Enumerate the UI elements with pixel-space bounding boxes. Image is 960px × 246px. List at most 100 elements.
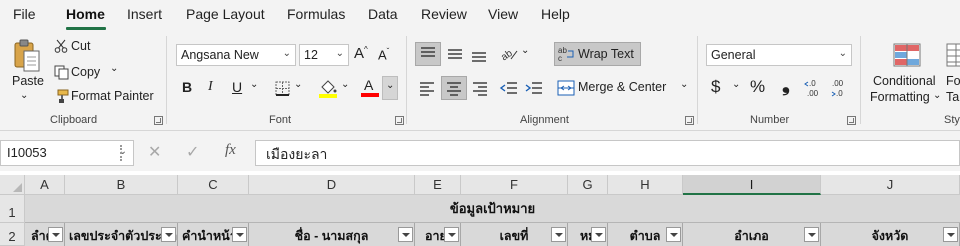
percent-button[interactable]: % — [750, 77, 765, 97]
borders-icon[interactable] — [274, 80, 290, 96]
cancel-icon[interactable]: ✕ — [148, 142, 161, 162]
top-align-button[interactable] — [415, 42, 441, 66]
underline-button[interactable]: U — [232, 79, 242, 95]
header-cell-j[interactable]: จังหวัด — [821, 223, 960, 246]
column-header-f[interactable]: F — [461, 175, 568, 195]
number-format-select[interactable]: General ⌄ — [706, 44, 852, 66]
font-color-dropdown-button[interactable]: ⌄ — [382, 76, 398, 100]
borders-dropdown-icon[interactable]: ⌄ — [294, 79, 302, 90]
filter-dropdown-icon[interactable] — [591, 227, 606, 242]
insert-function-icon[interactable]: fx — [225, 142, 236, 159]
conditional-formatting-label-2[interactable]: Formatting — [870, 90, 930, 104]
paste-icon[interactable] — [10, 38, 44, 76]
font-name-select[interactable]: Angsana New ⌄ — [176, 44, 296, 66]
italic-button[interactable]: I — [208, 79, 213, 95]
number-launcher-icon[interactable] — [847, 116, 856, 125]
align-center-button[interactable] — [441, 76, 467, 100]
name-box[interactable]: I10053 ⌄ — [0, 140, 134, 166]
column-header-j[interactable]: J — [821, 175, 960, 195]
copy-icon[interactable] — [53, 64, 69, 80]
cut-label[interactable]: Cut — [71, 39, 90, 53]
align-bottom-icon[interactable] — [468, 44, 490, 64]
column-header-d[interactable]: D — [249, 175, 415, 195]
filter-dropdown-icon[interactable] — [398, 227, 413, 242]
currency-button[interactable]: $ — [711, 77, 720, 97]
paste-dropdown-icon[interactable]: ⌄ — [20, 90, 28, 101]
column-header-h[interactable]: H — [608, 175, 683, 195]
format-painter-label[interactable]: Format Painter — [71, 89, 154, 103]
filter-dropdown-icon[interactable] — [666, 227, 681, 242]
merged-title-cell[interactable]: ข้อมูลเป้าหมาย — [25, 195, 960, 223]
font-size-select[interactable]: 12 ⌄ — [299, 44, 349, 66]
filter-dropdown-icon[interactable] — [804, 227, 819, 242]
format-as-table-label-1[interactable]: Fo — [946, 74, 960, 88]
column-header-b[interactable]: B — [65, 175, 178, 195]
header-cell-d[interactable]: ชื่อ - นามสกุล — [249, 223, 415, 246]
filter-dropdown-icon[interactable] — [551, 227, 566, 242]
merge-dropdown-icon[interactable]: ⌄ — [680, 79, 688, 90]
increase-indent-icon[interactable] — [523, 78, 545, 98]
decrease-font-size-icon[interactable]: Aˇ — [378, 47, 389, 62]
tab-review[interactable]: Review — [421, 6, 467, 22]
merge-center-icon[interactable] — [556, 78, 576, 98]
wrap-text-button[interactable]: ab c Wrap Text — [554, 42, 641, 66]
enter-icon[interactable]: ✓ — [186, 142, 199, 162]
scissors-icon[interactable] — [53, 38, 69, 54]
increase-decimal-icon[interactable]: .0.00 — [804, 77, 826, 99]
header-cell-i[interactable]: อำเภอ — [683, 223, 821, 246]
filter-dropdown-icon[interactable] — [444, 227, 459, 242]
styles-group: Conditional Formatting ⌄ Fo Ta Sty — [862, 32, 960, 131]
format-as-table-icon[interactable] — [946, 42, 960, 68]
align-left-icon[interactable] — [416, 78, 438, 98]
formula-input[interactable]: เมืองยะลา — [255, 140, 960, 166]
decrease-decimal-icon[interactable]: .00.0 — [830, 77, 852, 99]
align-right-icon[interactable] — [469, 78, 491, 98]
filter-dropdown-icon[interactable] — [232, 227, 247, 242]
merge-center-label[interactable]: Merge & Center — [578, 80, 666, 94]
conditional-formatting-icon[interactable] — [892, 42, 922, 68]
copy-dropdown-icon[interactable]: ⌄ — [110, 63, 118, 74]
tab-page-layout[interactable]: Page Layout — [186, 6, 265, 22]
tab-help[interactable]: Help — [541, 6, 570, 22]
paste-label[interactable]: Paste — [12, 74, 44, 88]
fill-color-icon[interactable] — [318, 77, 338, 99]
font-color-icon[interactable]: A — [360, 76, 380, 98]
comma-style-button[interactable]: ❟ — [782, 74, 790, 97]
column-header-i[interactable]: I — [683, 175, 821, 195]
row-header-2[interactable]: 2 — [0, 223, 25, 246]
format-as-table-label-2[interactable]: Ta — [946, 90, 959, 104]
orientation-dropdown-icon[interactable]: ⌄ — [521, 45, 529, 56]
tab-file[interactable]: File — [13, 6, 36, 22]
conditional-formatting-label-1[interactable]: Conditional — [873, 74, 936, 88]
increase-font-size-icon[interactable]: A^ — [354, 45, 368, 62]
tab-formulas[interactable]: Formulas — [287, 6, 345, 22]
formula-bar-splitter[interactable] — [120, 145, 122, 161]
bold-button[interactable]: B — [182, 79, 192, 95]
conditional-dropdown-icon[interactable]: ⌄ — [933, 90, 941, 101]
alignment-launcher-icon[interactable] — [685, 116, 694, 125]
svg-text:.0: .0 — [836, 89, 843, 98]
orientation-icon[interactable]: ab — [498, 44, 520, 64]
select-all-button[interactable] — [0, 175, 25, 195]
fill-color-dropdown-icon[interactable]: ⌄ — [341, 79, 349, 90]
format-painter-icon[interactable] — [53, 88, 69, 104]
row-header-1[interactable]: 1 — [0, 195, 25, 223]
filter-dropdown-icon[interactable] — [943, 227, 958, 242]
tab-view[interactable]: View — [488, 6, 518, 22]
clipboard-launcher-icon[interactable] — [154, 116, 163, 125]
font-launcher-icon[interactable] — [395, 116, 404, 125]
copy-label[interactable]: Copy — [71, 65, 100, 79]
filter-dropdown-icon[interactable] — [161, 227, 176, 242]
decrease-indent-icon[interactable] — [498, 78, 520, 98]
column-header-c[interactable]: C — [178, 175, 249, 195]
column-header-a[interactable]: A — [25, 175, 65, 195]
tab-data[interactable]: Data — [368, 6, 398, 22]
filter-dropdown-icon[interactable] — [48, 227, 63, 242]
column-header-e[interactable]: E — [415, 175, 461, 195]
underline-dropdown-icon[interactable]: ⌄ — [250, 79, 258, 90]
column-header-g[interactable]: G — [568, 175, 608, 195]
align-middle-icon[interactable] — [444, 44, 466, 64]
tab-home[interactable]: Home — [66, 6, 105, 22]
tab-insert[interactable]: Insert — [127, 6, 162, 22]
currency-dropdown-icon[interactable]: ⌄ — [732, 79, 740, 90]
